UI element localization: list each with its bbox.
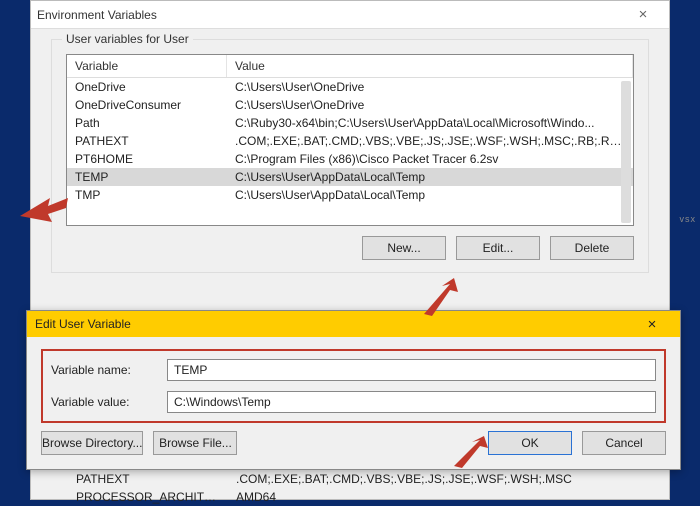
cell-variable: PROCESSOR_ARCHITECTURE	[68, 488, 228, 506]
cell-value: .COM;.EXE;.BAT;.CMD;.VBS;.VBE;.JS;.JSE;.…	[227, 132, 633, 150]
form-highlight: Variable name: Variable value:	[41, 349, 666, 423]
table-row[interactable]: TMPC:\Users\User\AppData\Local\Temp	[67, 186, 633, 204]
table-row[interactable]: PATHEXT.COM;.EXE;.BAT;.CMD;.VBS;.VBE;.JS…	[68, 470, 640, 488]
group-label: User variables for User	[62, 32, 193, 46]
table-row[interactable]: TEMPC:\Users\User\AppData\Local\Temp	[67, 168, 633, 186]
cell-value: C:\Users\User\OneDrive	[227, 78, 633, 96]
watermark: vsx	[680, 214, 697, 224]
system-variable-rows: PATHEXT.COM;.EXE;.BAT;.CMD;.VBS;.VBE;.JS…	[68, 470, 640, 506]
browse-directory-button[interactable]: Browse Directory...	[41, 431, 143, 455]
cell-variable: OneDrive	[67, 78, 227, 96]
column-variable[interactable]: Variable	[67, 55, 227, 77]
close-icon[interactable]: ×	[623, 6, 663, 23]
cell-value: C:\Program Files (x86)\Cisco Packet Trac…	[227, 150, 633, 168]
cell-variable: TEMP	[67, 168, 227, 186]
variable-value-label: Variable value:	[51, 395, 167, 409]
cell-value: AMD64	[228, 488, 640, 506]
cell-value: C:\Users\User\OneDrive	[227, 96, 633, 114]
cell-variable: PT6HOME	[67, 150, 227, 168]
dialog-title: Edit User Variable	[35, 317, 131, 331]
cell-value: .COM;.EXE;.BAT;.CMD;.VBS;.VBE;.JS;.JSE;.…	[228, 470, 640, 488]
cell-value: C:\Ruby30-x64\bin;C:\Users\User\AppData\…	[227, 114, 633, 132]
new-button[interactable]: New...	[362, 236, 446, 260]
cell-value: C:\Users\User\AppData\Local\Temp	[227, 186, 633, 204]
close-icon[interactable]: ×	[632, 316, 672, 333]
edit-button[interactable]: Edit...	[456, 236, 540, 260]
variable-value-input[interactable]	[167, 391, 656, 413]
table-row[interactable]: OneDriveC:\Users\User\OneDrive	[67, 78, 633, 96]
cell-variable: OneDriveConsumer	[67, 96, 227, 114]
ok-button[interactable]: OK	[488, 431, 572, 455]
window-titlebar: Environment Variables ×	[31, 1, 669, 29]
cell-variable: Path	[67, 114, 227, 132]
variable-name-label: Variable name:	[51, 363, 167, 377]
column-value[interactable]: Value	[227, 55, 633, 77]
window-title: Environment Variables	[37, 8, 157, 22]
table-row[interactable]: PATHEXT.COM;.EXE;.BAT;.CMD;.VBS;.VBE;.JS…	[67, 132, 633, 150]
variable-name-input[interactable]	[167, 359, 656, 381]
cell-value: C:\Users\User\AppData\Local\Temp	[227, 168, 633, 186]
table-row[interactable]: PROCESSOR_ARCHITECTUREAMD64	[68, 488, 640, 506]
cancel-button[interactable]: Cancel	[582, 431, 666, 455]
dialog-titlebar: Edit User Variable ×	[27, 311, 680, 337]
list-header: Variable Value	[67, 55, 633, 78]
cell-variable: TMP	[67, 186, 227, 204]
scrollbar[interactable]	[621, 81, 631, 223]
table-row[interactable]: OneDriveConsumerC:\Users\User\OneDrive	[67, 96, 633, 114]
user-variables-buttons: New... Edit... Delete	[66, 236, 634, 260]
cell-variable: PATHEXT	[67, 132, 227, 150]
cell-variable: PATHEXT	[68, 470, 228, 488]
user-variables-group: User variables for User Variable Value O…	[51, 39, 649, 273]
table-row[interactable]: PathC:\Ruby30-x64\bin;C:\Users\User\AppD…	[67, 114, 633, 132]
browse-file-button[interactable]: Browse File...	[153, 431, 237, 455]
delete-button[interactable]: Delete	[550, 236, 634, 260]
edit-user-variable-dialog: Edit User Variable × Variable name: Vari…	[26, 310, 681, 470]
user-variables-list[interactable]: Variable Value OneDriveC:\Users\User\One…	[66, 54, 634, 226]
table-row[interactable]: PT6HOMEC:\Program Files (x86)\Cisco Pack…	[67, 150, 633, 168]
